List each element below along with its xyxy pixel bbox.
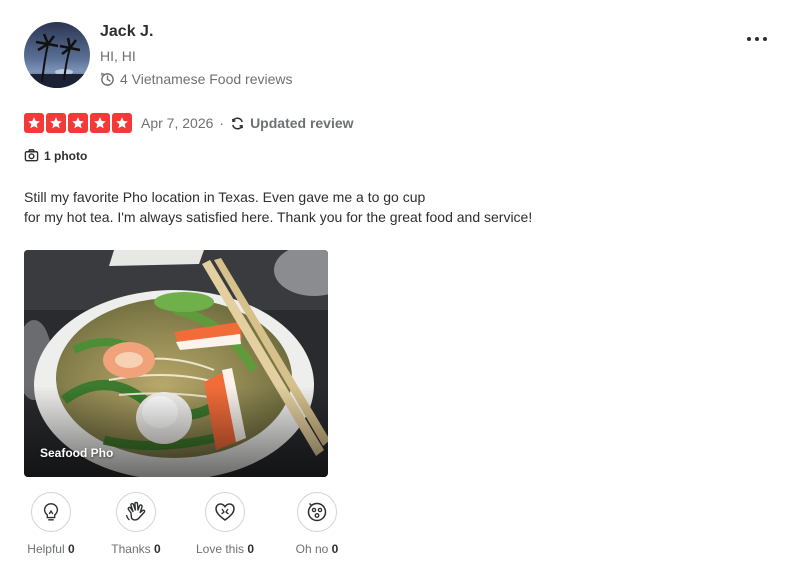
camera-icon [24,148,39,163]
thanks-button[interactable]: Thanks 0 [108,492,164,556]
surprised-face-icon [307,502,327,522]
updated-review-link[interactable]: Updated review [230,115,354,131]
photo-caption: Seafood Pho [40,446,114,460]
oh-no-circle[interactable] [297,492,337,532]
thanks-label: Thanks 0 [111,542,160,556]
rating-row: Apr 7, 2026 · Updated review [24,112,354,134]
review-photo[interactable]: Seafood Pho [24,250,328,477]
helpful-text: Helpful [27,542,65,556]
star-icon [24,113,44,133]
helpful-circle[interactable] [31,492,71,532]
review-text-line: for my hot tea. I'm always satisfied her… [24,209,533,225]
lightbulb-icon [43,503,59,521]
heart-icon [215,503,235,521]
separator-dot: · [219,115,225,131]
palm-tree-sunset-icon [24,22,90,88]
oh-no-label: Oh no 0 [296,542,339,556]
thanks-text: Thanks [111,542,151,556]
star-icon [46,113,66,133]
helpful-label: Helpful 0 [27,542,74,556]
review-date: Apr 7, 2026 [141,115,214,131]
star-icon [90,113,110,133]
review-card: Jack J. HI, HI 4 Vietnamese Food reviews… [24,22,776,562]
refresh-icon [230,116,245,131]
love-this-circle[interactable] [205,492,245,532]
star-icon [112,113,132,133]
helpful-count: 0 [68,542,75,556]
love-this-label: Love this 0 [196,542,254,556]
seafood-pho-image [24,250,328,477]
photo-count-link[interactable]: 1 photo [24,148,87,163]
more-options-button[interactable] [744,26,770,52]
user-review-count: 4 Vietnamese Food reviews [100,71,293,87]
thanks-circle[interactable] [116,492,156,532]
love-this-text: Love this [195,542,244,556]
review-clock-icon [100,72,115,87]
user-review-count-text: 4 Vietnamese Food reviews [120,71,293,87]
user-name[interactable]: Jack J. [100,23,153,41]
review-text-line: Still my favorite Pho location in Texas.… [24,189,426,205]
star-rating [24,113,132,133]
updated-review-label: Updated review [250,115,354,131]
love-this-count: 0 [247,542,255,556]
avatar[interactable] [24,22,90,88]
oh-no-count: 0 [331,542,339,556]
oh-no-button[interactable]: Oh no 0 [289,492,345,556]
thanks-count: 0 [154,542,161,556]
oh-no-text: Oh no [295,542,329,556]
love-this-button[interactable]: Love this 0 [193,492,257,556]
star-icon [68,113,88,133]
waving-hand-icon [125,501,146,521]
more-horizontal-icon [747,37,767,41]
helpful-button[interactable]: Helpful 0 [23,492,79,556]
photo-count-label: 1 photo [44,148,88,163]
user-location: HI, HI [100,48,136,64]
review-text: Still my favorite Pho location in Texas.… [24,187,584,227]
